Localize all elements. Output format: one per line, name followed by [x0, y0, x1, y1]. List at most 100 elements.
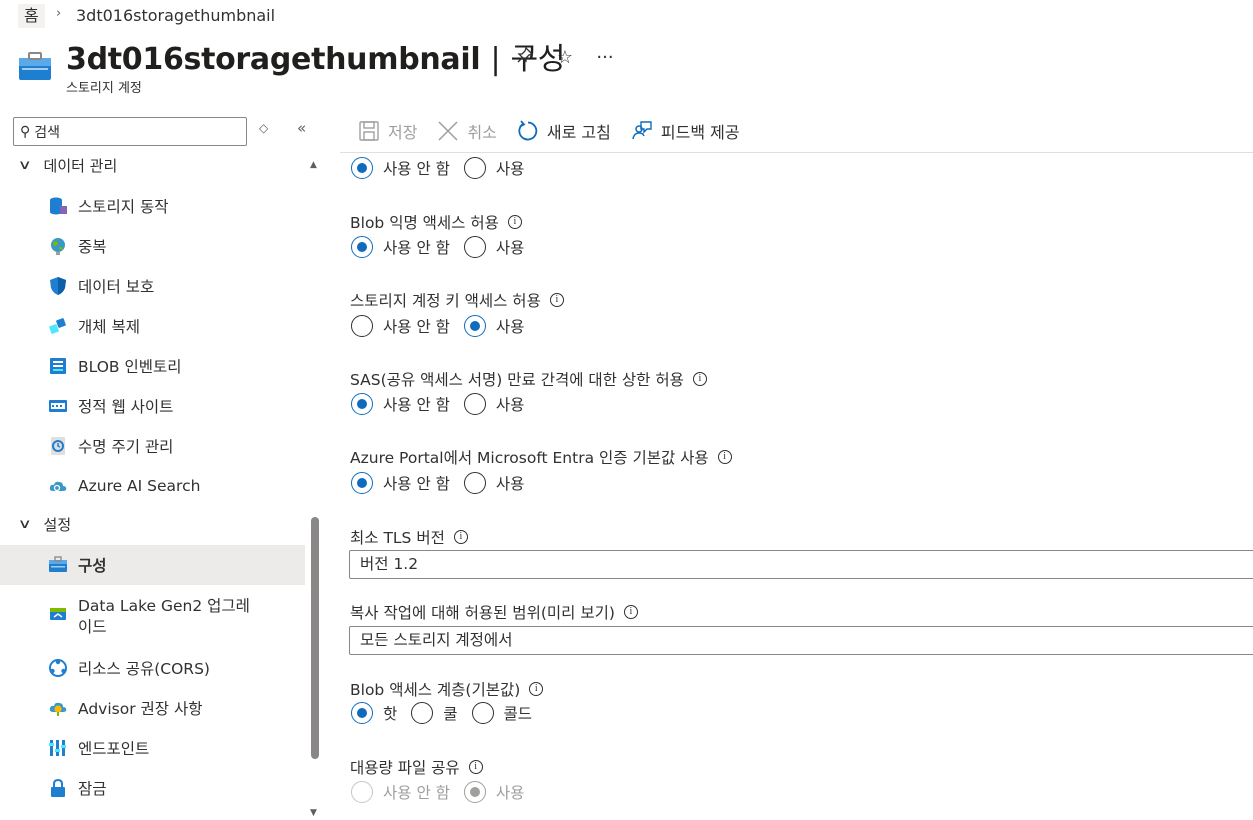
entra-default-radio-group: 사용 안 함 사용 — [351, 472, 538, 494]
entra-default-auth-label: Azure Portal에서 Microsoft Entra 인증 기본값 사용… — [350, 446, 732, 468]
favorite-star-icon[interactable]: ☆ — [554, 47, 576, 68]
info-icon[interactable]: i — [692, 372, 707, 386]
sidebar-item-label: Advisor 권장 사항 — [78, 700, 203, 718]
radio-label: 사용 — [495, 475, 525, 493]
more-options-icon[interactable]: ··· — [594, 47, 616, 68]
sidebar-item-label: 엔드포인트 — [78, 740, 150, 758]
radio-label: 사용 안 함 — [383, 160, 450, 178]
refresh-button[interactable]: 새로 고침 — [517, 119, 611, 143]
access-tier-hot-radio[interactable]: 핫 — [351, 702, 397, 724]
sas-expiry-disable-radio[interactable]: 사용 안 함 — [351, 393, 450, 415]
entra-default-disable-radio[interactable]: 사용 안 함 — [351, 472, 450, 494]
radio-circle — [351, 315, 373, 337]
field-label-text: 대용량 파일 공유 — [350, 759, 460, 777]
scroll-up-arrow-icon[interactable]: ▲ — [310, 160, 317, 170]
radio-label: 쿨 — [443, 705, 458, 723]
sidebar-item-storage-action[interactable]: 스토리지 동작 — [0, 186, 305, 226]
sidebar-item-static-website[interactable]: 정적 웹 사이트 — [0, 386, 305, 426]
info-icon[interactable]: i — [623, 605, 638, 619]
cancel-button[interactable]: 취소 — [437, 119, 497, 143]
sas-expiry-enable-radio[interactable]: 사용 — [463, 393, 524, 415]
field-label-text: 복사 작업에 대해 허용된 범위(미리 보기) — [350, 604, 615, 622]
page-subtitle: 스토리지 계정 — [66, 81, 142, 96]
nav-group-settings[interactable]: ∨ 설정 — [18, 514, 72, 535]
sidebar-item-object-replication[interactable]: 개체 복제 — [0, 306, 305, 346]
access-tier-radio-group: 핫 쿨 콜드 — [351, 702, 546, 724]
sidebar-item-label: 구성 — [78, 557, 107, 575]
sidebar-item-endpoints[interactable]: 엔드포인트 — [0, 728, 305, 768]
top-radio-enable[interactable]: 사용 — [463, 157, 525, 179]
breadcrumb-current[interactable]: 3dt016storagethumbnail — [76, 6, 275, 25]
field-label-text: Azure Portal에서 Microsoft Entra 인증 기본값 사용 — [350, 449, 709, 467]
sidebar-item-blob-inventory[interactable]: BLOB 인벤토리 — [0, 346, 305, 386]
info-icon[interactable]: i — [468, 760, 483, 774]
refresh-button-label: 새로 고침 — [546, 123, 611, 142]
scroll-down-arrow-icon[interactable]: ▼ — [310, 808, 317, 818]
cancel-button-label: 취소 — [467, 123, 497, 142]
radio-circle — [463, 393, 486, 415]
top-radio-disable[interactable]: 사용 안 함 — [351, 157, 450, 179]
pin-icon[interactable] — [514, 46, 536, 69]
storage-account-icon — [19, 52, 51, 80]
save-button[interactable]: 저장 — [358, 119, 417, 143]
radio-circle — [411, 702, 434, 724]
radio-circle — [463, 781, 486, 803]
sidebar-item-label: 잠금 — [78, 780, 107, 798]
sidebar-item-redundancy[interactable]: 중복 — [0, 226, 305, 266]
field-label-text: Blob 액세스 계층(기본값) — [350, 681, 521, 699]
inventory-icon — [50, 358, 66, 374]
access-tier-cool-radio[interactable]: 쿨 — [411, 702, 458, 724]
sidebar-item-configuration[interactable]: 구성 — [0, 545, 305, 585]
lock-icon — [51, 778, 65, 797]
blob-anon-disable-radio[interactable]: 사용 안 함 — [351, 236, 450, 258]
info-icon[interactable]: i — [717, 450, 732, 464]
collapse-sidebar-icon[interactable]: « — [297, 119, 306, 137]
access-tier-cold-radio[interactable]: 콜드 — [471, 702, 532, 724]
configuration-icon — [49, 556, 67, 572]
nav-group-data-management[interactable]: ∨ 데이터 관리 — [18, 155, 118, 176]
feedback-icon — [631, 120, 653, 142]
sort-toggle-icon[interactable]: ◇ — [259, 121, 268, 135]
radio-circle — [351, 157, 373, 179]
radio-label: 사용 안 함 — [383, 475, 450, 493]
sidebar-item-data-protection[interactable]: 데이터 보호 — [0, 266, 305, 306]
key-access-enable-radio[interactable]: 사용 — [463, 315, 524, 337]
search-icon: ⚲ — [20, 123, 31, 140]
access-tier-label: Blob 액세스 계층(기본값) i — [350, 678, 544, 700]
page-title-separator: | — [490, 42, 501, 77]
radio-circle — [351, 781, 373, 803]
sidebar-item-label-line1: Data Lake Gen2 업그레 — [78, 597, 250, 615]
breadcrumb-home[interactable]: 홈 — [18, 4, 45, 28]
radio-circle — [463, 315, 486, 337]
field-label-text: Blob 익명 액세스 허용 — [350, 214, 499, 232]
info-icon[interactable]: i — [549, 293, 564, 307]
radio-circle — [463, 472, 486, 494]
breadcrumb-chevron-icon: › — [56, 6, 62, 21]
radio-label: 사용 안 함 — [383, 784, 450, 802]
entra-default-enable-radio[interactable]: 사용 — [463, 472, 525, 494]
sidebar-item-advisor[interactable]: Advisor 권장 사항 — [0, 688, 305, 728]
sidebar-item-azure-ai-search[interactable]: Azure AI Search — [0, 466, 305, 506]
info-icon[interactable]: i — [453, 530, 468, 544]
radio-circle — [463, 157, 486, 179]
sidebar-search-input[interactable]: ⚲ 검색 — [13, 117, 247, 146]
page-title-resource: 3dt016storagethumbnail — [66, 42, 481, 77]
copy-scope-label: 복사 작업에 대해 허용된 범위(미리 보기) i — [350, 601, 638, 623]
key-access-disable-radio[interactable]: 사용 안 함 — [351, 315, 450, 337]
sidebar-scroll-thumb[interactable] — [311, 517, 319, 759]
radio-label: 사용 안 함 — [383, 239, 450, 257]
sidebar-item-lock[interactable]: 잠금 — [0, 768, 305, 808]
radio-label: 사용 — [495, 160, 525, 178]
radio-label: 핫 — [383, 705, 398, 723]
sidebar-item-cors[interactable]: 리소스 공유(CORS) — [0, 648, 305, 688]
min-tls-dropdown[interactable]: 버전 1.2 — [349, 550, 1253, 579]
sidebar-item-data-lake-upgrade[interactable]: Data Lake Gen2 업그레 이드 — [0, 593, 305, 639]
sidebar-item-lifecycle[interactable]: 수명 주기 관리 — [0, 426, 305, 466]
field-label-text: 스토리지 계정 키 액세스 허용 — [350, 292, 541, 310]
copy-scope-dropdown[interactable]: 모든 스토리지 계정에서 — [349, 626, 1253, 655]
info-icon[interactable]: i — [507, 215, 522, 229]
feedback-button[interactable]: 피드백 제공 — [631, 119, 740, 143]
info-icon[interactable]: i — [529, 682, 544, 696]
blob-anon-enable-radio[interactable]: 사용 — [463, 236, 524, 258]
sidebar-item-label: BLOB 인벤토리 — [78, 358, 182, 376]
